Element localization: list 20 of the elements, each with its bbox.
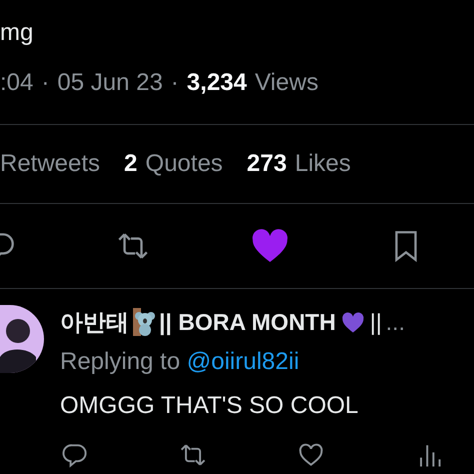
- display-name: || BORA MONTH: [159, 308, 336, 338]
- stat-link[interactable]: Retweets: [0, 146, 100, 182]
- views-label: Views: [254, 68, 318, 98]
- separator-dot: ·: [41, 68, 50, 98]
- avatar[interactable]: [0, 305, 44, 373]
- koala-icon: [133, 308, 155, 336]
- stat-link[interactable]: 273 Likes: [246, 146, 351, 182]
- tweet-text: mg: [0, 18, 34, 48]
- replying-label: Replying to: [60, 348, 180, 374]
- heart-icon: [340, 310, 366, 334]
- display-name: ||: [370, 308, 382, 337]
- reply-text: OMGGG THAT'S SO COOL: [60, 390, 360, 420]
- handle-link[interactable]: @oiirul82ii: [186, 348, 300, 374]
- stat-link[interactable]: 2 Quotes: [124, 146, 223, 182]
- views-count: 3,234: [186, 68, 247, 98]
- display-name: 아반태: [60, 308, 129, 337]
- tweet-date: 05 Jun 23: [57, 68, 163, 98]
- ellipsis: ...: [386, 308, 405, 337]
- tweet-time: :04: [0, 68, 34, 98]
- separator-dot: ·: [170, 68, 179, 98]
